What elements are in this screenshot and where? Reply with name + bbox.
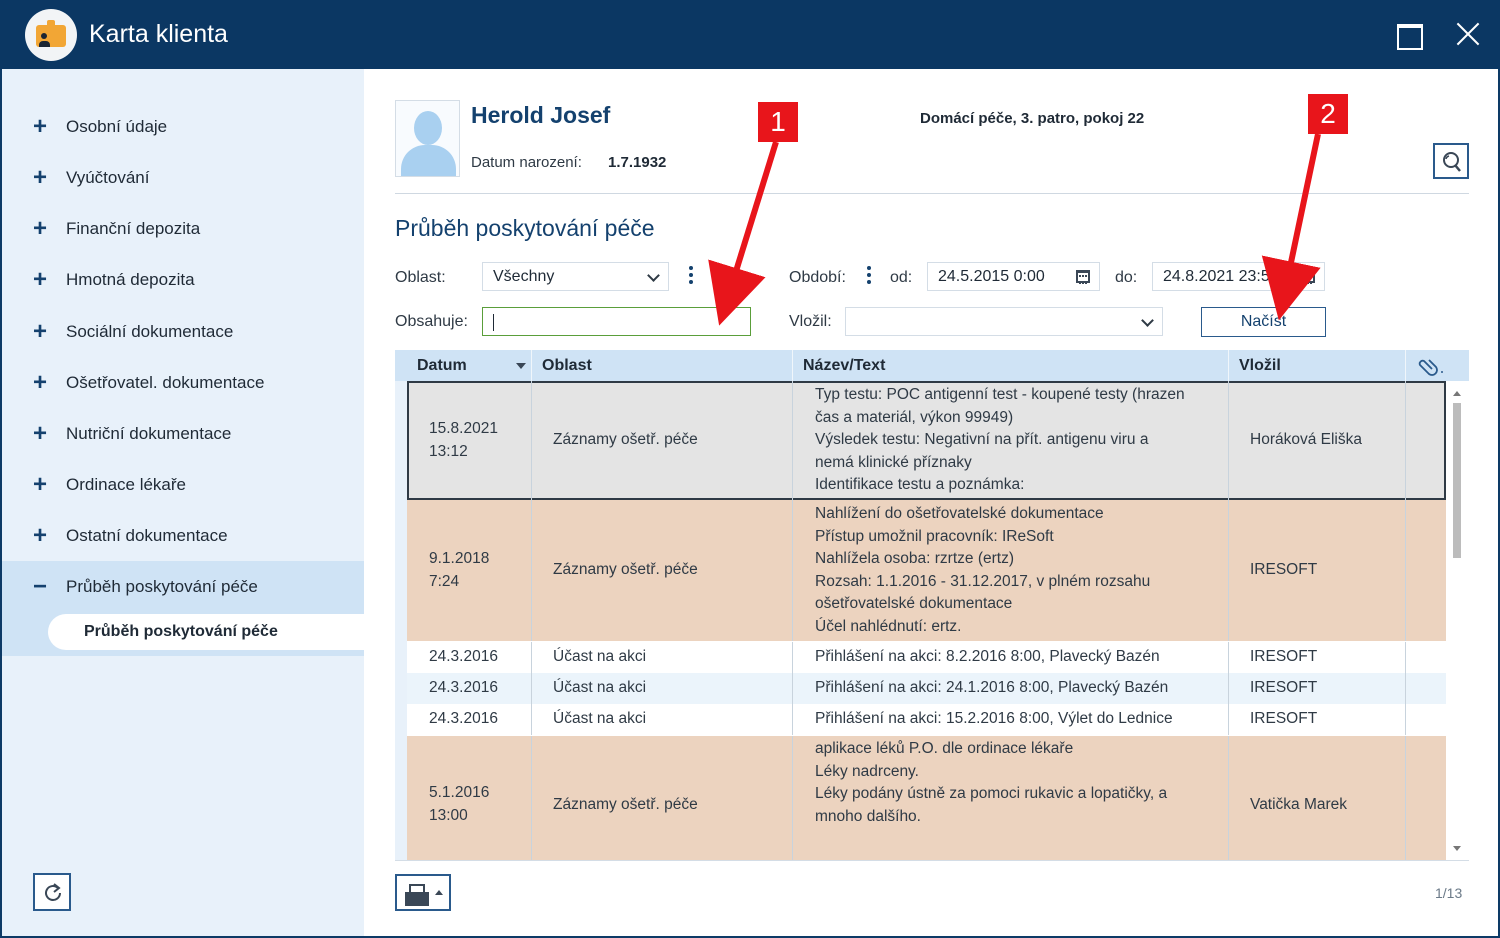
area-select-value: Všechny [493, 267, 555, 285]
sidebar-item-nutricni-dokumentace[interactable]: + Nutriční dokumentace [2, 408, 364, 459]
page-indicator: 1/13 [1435, 885, 1463, 901]
caret-up-icon [435, 890, 443, 895]
plus-icon: + [32, 214, 47, 242]
sidebar-item-label: Finanční depozita [66, 218, 201, 238]
table-row[interactable]: 24.3.2016 Účast na akci Přihlášení na ak… [407, 704, 1446, 735]
window-title: Karta klienta [89, 20, 228, 48]
avatar [395, 100, 460, 177]
sidebar-item-ostatni-dokumentace[interactable]: + Ostatní dokumentace [2, 510, 364, 561]
table-row[interactable]: 15.8.2021 13:12 Záznamy ošetř. péče Typ t… [407, 381, 1446, 500]
row-selector-strip [395, 381, 407, 860]
print-button[interactable] [395, 874, 451, 911]
sidebar-item-label: Ošetřovatel. dokumentace [66, 372, 265, 392]
sidebar-item-ordinace-lekare[interactable]: + Ordinace lékaře [2, 459, 364, 510]
table-row[interactable]: 24.3.2016 Účast na akci Přihlášení na ak… [407, 673, 1446, 704]
search-icon [1443, 152, 1461, 172]
table-row[interactable]: 24.3.2016 Účast na akci Přihlášení na ak… [407, 642, 1446, 673]
annotation-badge-2: 2 [1308, 94, 1348, 134]
area-options-icon[interactable] [688, 266, 694, 288]
sidebar-subitem-prubeh-pece[interactable]: Průběh poskytování péče [48, 614, 364, 650]
column-header-inserted-by[interactable]: Vložil [1229, 350, 1406, 381]
period-options-icon[interactable] [866, 266, 872, 288]
plus-icon: + [32, 112, 47, 140]
annotation-badge-1: 1 [758, 102, 798, 142]
plus-icon: + [32, 265, 47, 293]
load-button[interactable]: Načíst [1201, 307, 1326, 337]
client-location: Domácí péče, 3. patro, pokoj 22 [920, 110, 1145, 127]
chevron-down-icon [647, 269, 660, 282]
plus-icon: + [32, 163, 47, 191]
period-label: Období: [789, 269, 846, 286]
inserted-by-select[interactable] [845, 307, 1163, 336]
sidebar-item-osetrovatel-dokumentace[interactable]: + Ošetřovatel. dokumentace [2, 357, 364, 408]
to-label: do: [1115, 269, 1138, 286]
refresh-button[interactable] [33, 873, 71, 911]
maximize-icon[interactable] [1395, 20, 1423, 50]
from-label: od: [890, 269, 913, 286]
plus-icon: + [32, 419, 47, 447]
sort-desc-icon [516, 363, 526, 369]
to-date-field[interactable]: 24.8.2021 23:59 [1152, 262, 1325, 291]
printer-icon [405, 884, 429, 906]
title-bar: Karta klienta [0, 0, 1500, 69]
sidebar-item-vyuctovani[interactable]: + Vyúčtování [2, 152, 364, 203]
sidebar-subitems: Průběh poskytování péče [2, 612, 364, 656]
sidebar-item-label: Nutriční dokumentace [66, 423, 232, 443]
sidebar-item-osobni-udaje[interactable]: + Osobní údaje [2, 101, 364, 152]
sidebar-item-financni-depozita[interactable]: + Finanční depozita [2, 203, 364, 254]
close-icon[interactable] [1454, 20, 1482, 48]
plus-icon: + [32, 470, 47, 498]
plus-icon: + [32, 317, 47, 345]
header-divider [395, 193, 1469, 194]
column-header-date[interactable]: Datum [395, 350, 532, 381]
column-header-text[interactable]: Název/Text [793, 350, 1229, 381]
from-date-value: 24.5.2015 0:00 [938, 267, 1045, 285]
client-name: Herold Josef [471, 102, 611, 128]
table-scrollbar[interactable] [1446, 381, 1469, 860]
area-label: Oblast: [395, 269, 446, 286]
scroll-down-icon[interactable] [1453, 846, 1461, 851]
plus-icon: + [32, 521, 47, 549]
paperclip-icon [1418, 358, 1443, 376]
table-row[interactable]: 9.1.2018 7:24 Záznamy ošetř. péče Nahlíže… [407, 500, 1446, 641]
from-date-field[interactable]: 24.5.2015 0:00 [927, 262, 1100, 291]
column-header-area[interactable]: Oblast [532, 350, 793, 381]
contains-label: Obsahuje: [395, 313, 468, 330]
plus-icon: + [32, 368, 47, 396]
chevron-down-icon [1141, 314, 1154, 327]
scroll-thumb[interactable] [1453, 403, 1461, 558]
table-row[interactable]: 5.1.2016 13:00 Záznamy ošetř. péče aplika… [407, 736, 1446, 860]
sidebar-item-label: Osobní údaje [66, 116, 168, 136]
calendar-icon[interactable] [1076, 270, 1090, 284]
table-header: Datum Oblast Název/Text Vložil [395, 350, 1469, 381]
sidebar-item-label: Hmotná depozita [66, 269, 195, 289]
calendar-icon[interactable] [1301, 270, 1315, 284]
sidebar-item-prubeh-pece[interactable]: − Průběh poskytování péče [2, 561, 364, 612]
inserted-by-label: Vložil: [789, 313, 832, 330]
minus-icon: − [32, 572, 47, 600]
refresh-icon [45, 883, 61, 901]
sidebar-item-label: Vyúčtování [66, 167, 150, 187]
sidebar: + Osobní údaje + Vyúčtování + Finanční d… [2, 69, 364, 936]
main-panel: Herold Josef Datum narození: 1.7.1932 Do… [364, 69, 1498, 936]
birth-date-label: Datum narození: [471, 154, 582, 171]
section-title: Průběh poskytování péče [395, 215, 655, 241]
scroll-up-icon[interactable] [1453, 391, 1461, 396]
column-header-attachment[interactable] [1406, 350, 1469, 381]
sidebar-item-label: Sociální dokumentace [66, 321, 234, 341]
sidebar-item-label: Ostatní dokumentace [66, 525, 228, 545]
search-button[interactable] [1433, 143, 1469, 179]
care-table: Datum Oblast Název/Text Vložil 15.8.2021… [395, 350, 1469, 861]
sidebar-item-label: Průběh poskytování péče [66, 576, 258, 596]
sidebar-item-hmotna-depozita[interactable]: + Hmotná depozita [2, 254, 364, 305]
birth-date-value: 1.7.1932 [608, 154, 667, 171]
to-date-value: 24.8.2021 23:59 [1163, 267, 1279, 285]
sidebar-item-label: Ordinace lékaře [66, 474, 187, 494]
client-card-icon [25, 9, 77, 61]
sidebar-item-socialni-dokumentace[interactable]: + Sociální dokumentace [2, 306, 364, 357]
contains-input[interactable] [482, 307, 751, 336]
area-select[interactable]: Všechny [482, 262, 669, 291]
